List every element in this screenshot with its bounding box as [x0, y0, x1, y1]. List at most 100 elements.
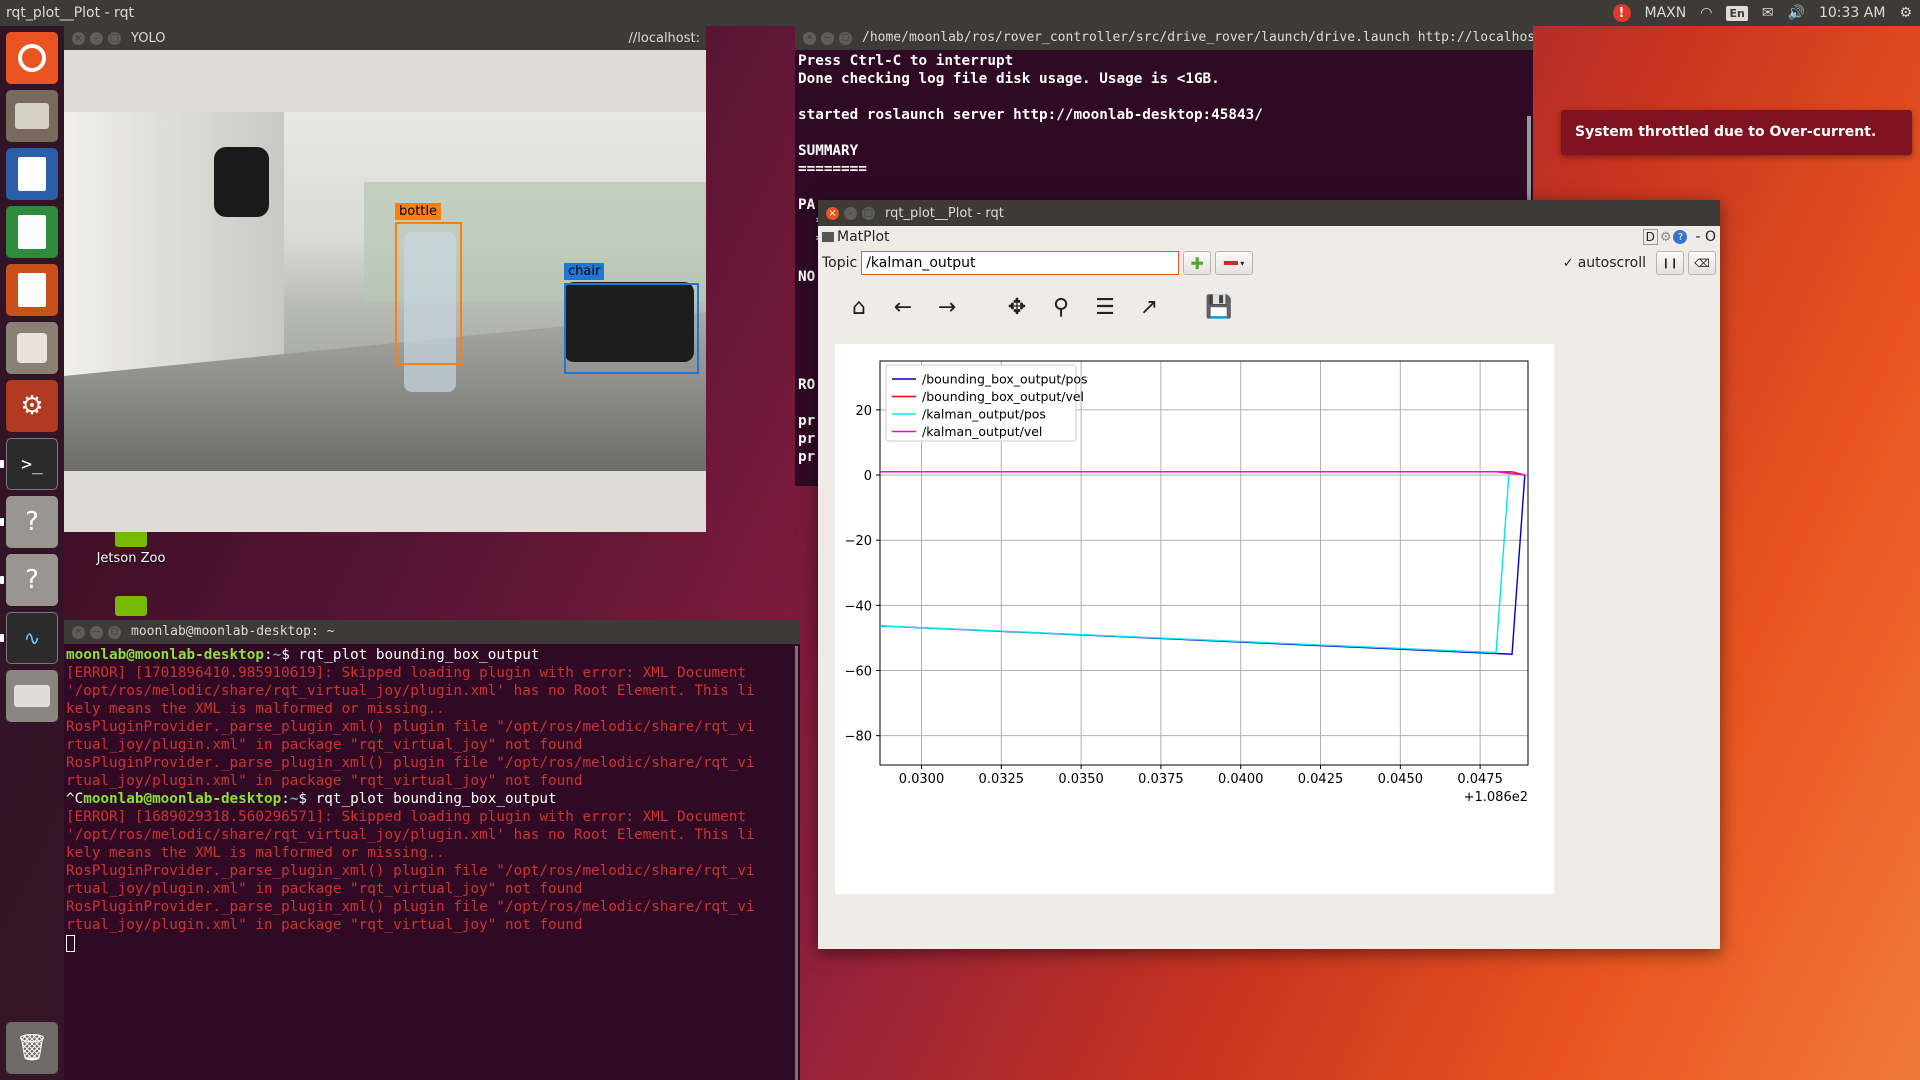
file-manager-icon[interactable]	[6, 90, 58, 142]
software-center-icon[interactable]	[6, 322, 58, 374]
prompt-symbol: $	[298, 791, 308, 807]
maximize-icon[interactable]: □	[108, 625, 121, 639]
autoscroll-checkbox[interactable]: ✓	[1563, 256, 1574, 271]
mail-icon[interactable]: ✉	[1762, 5, 1774, 21]
home-icon[interactable]: ⌂	[844, 292, 874, 322]
unknown-app-icon[interactable]: ?	[6, 496, 58, 548]
settings-gear-icon[interactable]: ⚙	[1660, 230, 1672, 245]
bottle-bbox-label: bottle	[395, 203, 442, 220]
back-arrow-icon[interactable]: ←	[888, 292, 918, 322]
terminal-line: PA	[798, 197, 816, 213]
plugin-name: MatPlot	[837, 229, 890, 245]
pause-button[interactable]: ❙❙	[1656, 251, 1684, 275]
x-tick-label: 0.0350	[1058, 772, 1104, 787]
legend-label: /kalman_output/pos	[922, 407, 1046, 422]
topic-input[interactable]	[861, 251, 1180, 275]
window-titlebar[interactable]: × – □ moonlab@moonlab-desktop: ~	[64, 620, 800, 644]
impress-icon[interactable]	[6, 264, 58, 316]
system-monitor-icon[interactable]: ∿	[6, 612, 58, 664]
close-plugin-button[interactable]: - O	[1695, 229, 1716, 245]
running-indicator	[0, 460, 4, 468]
terminal-line: RO	[798, 377, 816, 393]
minimize-icon[interactable]: –	[821, 31, 834, 45]
add-topic-button[interactable]: ✚	[1183, 251, 1212, 275]
close-icon[interactable]: ×	[826, 206, 839, 220]
scrollbar[interactable]	[795, 646, 798, 1080]
power-mode-label[interactable]: MAXN	[1645, 5, 1687, 21]
desktop-icon-nvidia[interactable]	[86, 596, 176, 620]
prompt-symbol: $	[281, 647, 290, 663]
prompt-path: ~	[272, 647, 282, 663]
window-titlebar[interactable]: × – □ /home/moonlab/ros/rover_controller/s…	[795, 26, 1533, 50]
minimize-icon[interactable]: –	[844, 206, 857, 220]
clear-button[interactable]: ⌫	[1688, 251, 1716, 275]
trash-icon[interactable]: 🗑	[6, 1022, 58, 1074]
maximize-icon[interactable]: □	[862, 206, 875, 220]
plus-icon: ✚	[1190, 253, 1204, 273]
terminal-line: NO	[798, 269, 816, 285]
minimize-icon[interactable]: –	[90, 625, 103, 639]
ctrl-c-text: ^C	[66, 791, 84, 807]
terminal-cursor	[66, 934, 75, 952]
edit-curves-icon[interactable]: ↗	[1134, 292, 1164, 322]
chair-bbox-label: chair	[564, 263, 605, 280]
yolo-window: × – □ YOLO //localhost: bottle chair	[64, 26, 706, 532]
error-output: [ERROR] [1701896410.985910619]: Skipped …	[66, 665, 755, 789]
bottom-terminal-window: × – □ moonlab@moonlab-desktop: ~ moonlab@m…	[64, 620, 800, 1080]
rqt-plot-window: × – □ rqt_plot__Plot - rqt MatPlot D ⚙ ? -…	[818, 200, 1720, 949]
pan-icon[interactable]: ✥	[1002, 292, 1032, 322]
terminal-line: Done checking log file disk usage. Usage…	[798, 71, 1220, 87]
unknown-app-icon[interactable]: ?	[6, 554, 58, 606]
close-icon[interactable]: ×	[72, 625, 85, 639]
y-tick-label: −20	[845, 534, 872, 549]
calc-icon[interactable]	[6, 206, 58, 258]
nvidia-logo-icon	[115, 596, 147, 616]
plugin-header: MatPlot D ⚙ ? - O	[818, 226, 1720, 248]
command-text: rqt_plot bounding_box_output	[307, 791, 557, 807]
plot-canvas[interactable]: 0.0300 0.0325 0.0350 0.0375 0.0400 0.0425 0.04…	[835, 344, 1554, 894]
chart-svg[interactable]: 0.0300 0.0325 0.0350 0.0375 0.0400 0.0425 0.04…	[835, 344, 1554, 894]
window-titlebar[interactable]: × – □ YOLO //localhost:	[64, 26, 706, 50]
maximize-icon[interactable]: □	[839, 31, 852, 45]
terminal-line: pr	[798, 431, 816, 447]
scrollbar[interactable]	[1527, 116, 1531, 206]
y-tick-label: 20	[855, 404, 872, 419]
settings-icon[interactable]: ⚙	[6, 380, 58, 432]
gear-icon[interactable]: ⚙	[1899, 5, 1912, 21]
bottle-bbox	[395, 222, 462, 365]
topic-row: Topic ✚ ▾ ✓ autoscroll ❙❙ ⌫	[818, 248, 1720, 278]
close-icon[interactable]: ×	[803, 31, 816, 45]
writer-icon[interactable]	[6, 148, 58, 200]
wifi-icon[interactable]: ◠	[1700, 5, 1712, 21]
legend-label: /bounding_box_output/vel	[922, 389, 1084, 404]
subplots-config-icon[interactable]: ☰	[1090, 292, 1120, 322]
terminal-output[interactable]: moonlab@moonlab-desktop:~$ rqt_plot boun…	[64, 644, 800, 954]
save-icon[interactable]: 💾	[1204, 292, 1234, 322]
throttle-notification[interactable]: System throttled due to Over-current.	[1561, 110, 1912, 155]
terminal-icon[interactable]: >_	[6, 438, 58, 490]
keyboard-language-icon[interactable]: En	[1726, 5, 1748, 21]
zoom-icon[interactable]: ⚲	[1046, 292, 1076, 322]
x-tick-label: 0.0475	[1457, 772, 1503, 787]
help-icon[interactable]: ?	[1673, 230, 1688, 244]
series-line	[879, 474, 1526, 655]
series-line	[879, 474, 1510, 654]
remove-topic-button[interactable]: ▾	[1215, 251, 1254, 275]
volume-icon[interactable]: 🔊	[1788, 5, 1805, 21]
clock[interactable]: 10:33 AM	[1819, 5, 1885, 21]
dock-button[interactable]: D	[1642, 229, 1658, 245]
forward-arrow-icon[interactable]: →	[932, 292, 962, 322]
error-indicator-icon[interactable]: !	[1612, 4, 1631, 22]
y-tick-label: 0	[864, 469, 872, 484]
drive-icon[interactable]	[6, 670, 58, 722]
close-icon[interactable]: ×	[72, 31, 85, 45]
maximize-icon[interactable]: □	[108, 31, 121, 45]
x-tick-label: 0.0450	[1378, 772, 1424, 787]
desktop-icon-jetson-zoo[interactable]: Jetson Zoo	[86, 527, 176, 566]
top-panel: rqt_plot__Plot - rqt ! MAXN ◠ En ✉ 🔊 10:…	[0, 0, 1920, 26]
ubuntu-logo-icon[interactable]	[6, 32, 58, 84]
x-tick-label: 0.0300	[899, 772, 945, 787]
matplotlib-toolbar: ⌂ ← → ✥ ⚲ ☰ ↗ 💾	[818, 278, 1720, 336]
window-titlebar[interactable]: × – □ rqt_plot__Plot - rqt	[818, 200, 1720, 226]
minimize-icon[interactable]: –	[90, 31, 103, 45]
